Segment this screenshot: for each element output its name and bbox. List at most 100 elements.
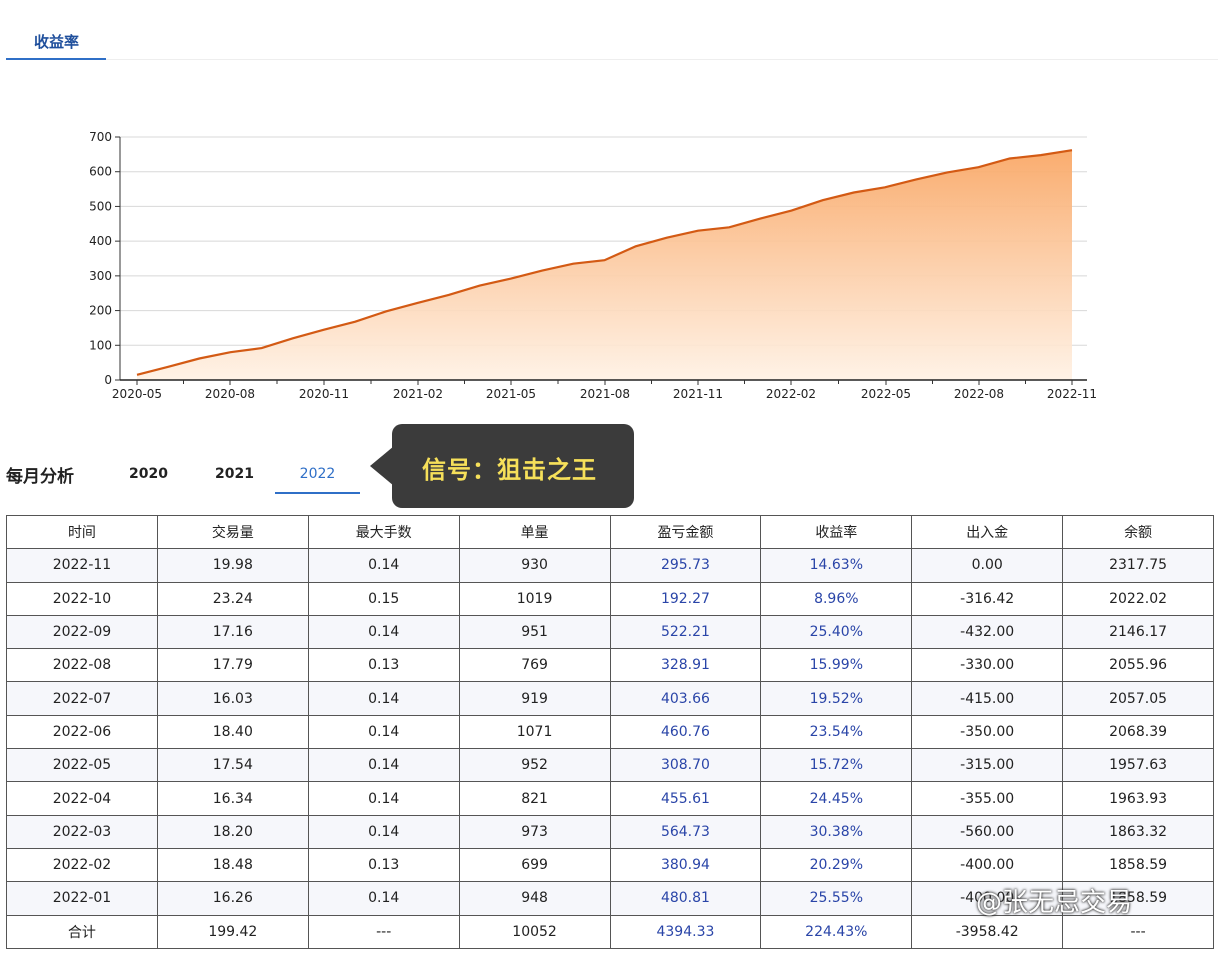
tab-yield-rate-label: 收益率 <box>34 33 80 51</box>
cell-volume: 16.34 <box>156 781 309 816</box>
y-tick-label: 100 <box>89 338 112 352</box>
col-header-cashflow: 出入金 <box>911 514 1064 550</box>
cell-pnl: 4394.33 <box>609 914 762 949</box>
cell-balance: 2317.75 <box>1062 548 1214 583</box>
cell-yield: 24.45% <box>760 781 913 816</box>
cell-pnl: 460.76 <box>609 714 762 750</box>
cell-time: 2022-06 <box>6 714 158 750</box>
cell-orders: 769 <box>458 648 611 683</box>
cell-cashflow: -315.00 <box>911 748 1064 783</box>
table-row: 2022-08 17.79 0.13 769 328.91 15.99% -330.00 20… <box>6 648 1214 683</box>
chart-y-ticks: 0 100 200 300 400 500 600 700 <box>89 130 120 387</box>
year-tab-2022[interactable]: 2022 <box>275 466 360 494</box>
y-tick-label: 600 <box>89 165 112 179</box>
chart-area-fill <box>137 150 1072 380</box>
cell-yield: 15.72% <box>760 748 913 783</box>
x-tick-label: 2021-05 <box>486 387 536 401</box>
cell-orders: 10052 <box>458 914 611 949</box>
cell-volume: 17.54 <box>156 748 309 783</box>
cell-time: 合计 <box>6 914 158 949</box>
callout-pointer <box>370 446 394 486</box>
table-row: 2022-07 16.03 0.14 919 403.66 19.52% -415.00 20… <box>6 681 1214 716</box>
cell-time: 2022-03 <box>6 814 158 849</box>
year-tab-2021[interactable]: 2021 <box>215 466 254 482</box>
cell-pnl: 522.21 <box>609 614 762 650</box>
cell-yield: 25.40% <box>760 614 913 650</box>
y-tick-label: 0 <box>104 373 112 387</box>
cell-cashflow: -3958.42 <box>911 914 1064 949</box>
yield-rate-chart: 0100200300400500600700 2020-05 2020-08 202… <box>89 130 1097 401</box>
x-tick-label: 2021-11 <box>673 387 723 401</box>
cell-cashflow: 0.00 <box>911 548 1064 583</box>
cell-max-lots: 0.13 <box>307 648 460 683</box>
cell-pnl: 480.81 <box>609 881 762 916</box>
cell-volume: 18.40 <box>156 714 309 750</box>
x-tick-label: 2020-05 <box>112 387 162 401</box>
cell-balance: 2068.39 <box>1062 714 1214 750</box>
cell-balance: 1863.32 <box>1062 814 1214 849</box>
cell-max-lots: 0.13 <box>307 847 460 883</box>
cell-yield: 8.96% <box>760 581 913 616</box>
cell-pnl: 455.61 <box>609 781 762 816</box>
author-watermark: @张无忌交易 <box>976 888 1133 918</box>
cell-orders: 948 <box>458 881 611 916</box>
cell-max-lots: 0.14 <box>307 881 460 916</box>
cell-max-lots: 0.15 <box>307 581 460 616</box>
cell-yield: 20.29% <box>760 847 913 883</box>
cell-time: 2022-08 <box>6 648 158 683</box>
cell-balance: 2146.17 <box>1062 614 1214 650</box>
cell-volume: 16.03 <box>156 681 309 716</box>
table-row: 2022-04 16.34 0.14 821 455.61 24.45% -355.00 19… <box>6 781 1214 816</box>
cell-balance: 1957.63 <box>1062 748 1214 783</box>
cell-cashflow: -432.00 <box>911 614 1064 650</box>
cell-balance: 1858.59 <box>1062 847 1214 883</box>
cell-yield: 30.38% <box>760 814 913 849</box>
cell-cashflow: -350.00 <box>911 714 1064 750</box>
cell-yield: 23.54% <box>760 714 913 750</box>
y-tick-label: 500 <box>89 199 112 213</box>
cell-orders: 973 <box>458 814 611 849</box>
x-tick-label: 2021-08 <box>580 387 630 401</box>
tab-yield-rate[interactable]: 收益率 <box>6 22 106 60</box>
col-header-balance: 余额 <box>1062 514 1214 550</box>
cell-cashflow: -355.00 <box>911 781 1064 816</box>
x-tick-label: 2022-05 <box>861 387 911 401</box>
cell-max-lots: 0.14 <box>307 548 460 583</box>
cell-max-lots: 0.14 <box>307 681 460 716</box>
col-header-orders: 单量 <box>458 514 611 550</box>
cell-volume: 16.26 <box>156 881 309 916</box>
col-header-time: 时间 <box>6 514 158 550</box>
cell-yield: 14.63% <box>760 548 913 583</box>
x-tick-label: 2022-11 <box>1047 387 1097 401</box>
x-tick-label: 2020-08 <box>205 387 255 401</box>
cell-cashflow: -330.00 <box>911 648 1064 683</box>
year-tab-2020[interactable]: 2020 <box>129 466 168 482</box>
cell-balance: 1963.93 <box>1062 781 1214 816</box>
cell-time: 2022-10 <box>6 581 158 616</box>
cell-balance: 2055.96 <box>1062 648 1214 683</box>
cell-yield: 224.43% <box>760 914 913 949</box>
table-header-row: 时间 交易量 最大手数 单量 盈亏金额 收益率 出入金 余额 <box>6 514 1214 550</box>
cell-volume: 199.42 <box>156 914 309 949</box>
table-row: 2022-10 23.24 0.15 1019 192.27 8.96% -316.42 20… <box>6 581 1214 616</box>
y-tick-label: 400 <box>89 234 112 248</box>
cell-orders: 951 <box>458 614 611 650</box>
cell-max-lots: 0.14 <box>307 714 460 750</box>
cell-pnl: 308.70 <box>609 748 762 783</box>
cell-cashflow: -400.00 <box>911 847 1064 883</box>
cell-volume: 19.98 <box>156 548 309 583</box>
callout-text: 信号：狙击之王 <box>422 456 597 484</box>
col-header-yield: 收益率 <box>760 514 913 550</box>
signal-callout: 信号：狙击之王 <box>370 424 634 508</box>
cell-cashflow: -316.42 <box>911 581 1064 616</box>
col-header-volume: 交易量 <box>156 514 309 550</box>
cell-orders: 952 <box>458 748 611 783</box>
cell-orders: 919 <box>458 681 611 716</box>
cell-time: 2022-01 <box>6 881 158 916</box>
cell-time: 2022-04 <box>6 781 158 816</box>
cell-volume: 17.16 <box>156 614 309 650</box>
cell-pnl: 192.27 <box>609 581 762 616</box>
tab-bar-divider <box>106 59 1218 60</box>
cell-yield: 15.99% <box>760 648 913 683</box>
cell-time: 2022-02 <box>6 847 158 883</box>
